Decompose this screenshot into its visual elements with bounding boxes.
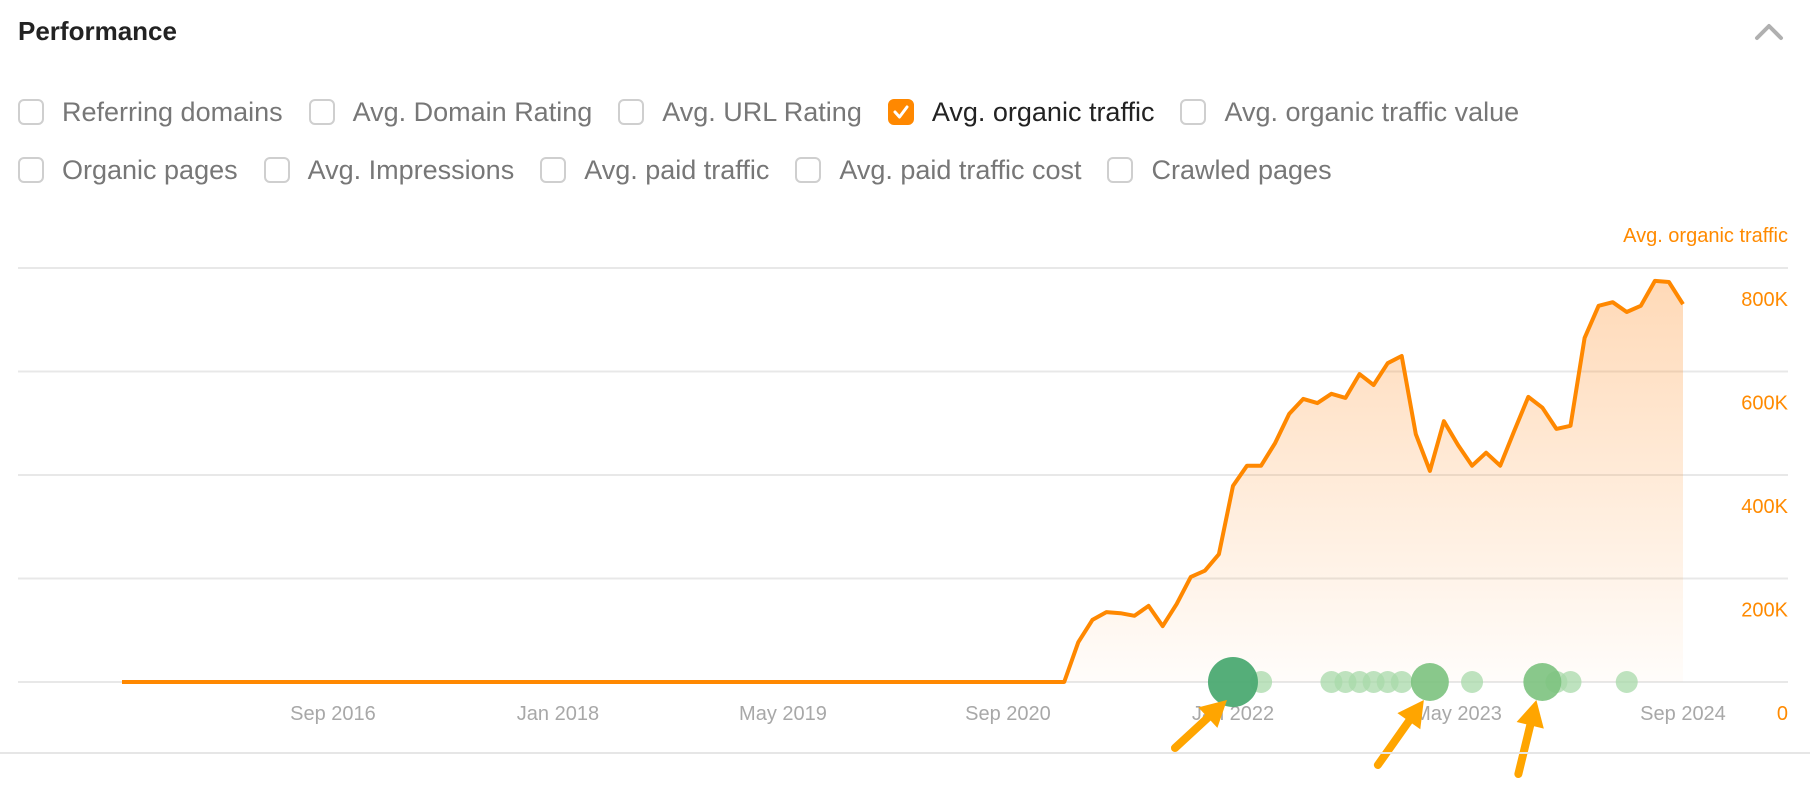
metric-option[interactable]: Avg. URL Rating bbox=[618, 97, 862, 128]
annotation-arrow bbox=[1373, 700, 1424, 769]
metric-option-label: Avg. paid traffic cost bbox=[839, 154, 1082, 185]
checkbox[interactable] bbox=[18, 99, 44, 125]
metric-options: Referring domains Avg. Domain Rating Avg. … bbox=[18, 92, 1519, 208]
y-tick-label: 400K bbox=[1741, 496, 1788, 518]
metric-option[interactable]: Avg. Domain Rating bbox=[308, 96, 593, 128]
collapse-button[interactable] bbox=[1752, 18, 1786, 44]
metric-option[interactable]: Avg. organic traffic value bbox=[1180, 97, 1519, 128]
metric-option-label: Avg. Domain Rating bbox=[352, 96, 593, 127]
series-area bbox=[122, 280, 1683, 682]
metric-option-label: Avg. organic traffic bbox=[931, 96, 1155, 127]
checkbox[interactable] bbox=[263, 157, 290, 183]
metric-option-label: Organic pages bbox=[62, 154, 238, 185]
arrow-shaft bbox=[1514, 721, 1535, 778]
event-marker bbox=[1348, 671, 1371, 693]
event-marker bbox=[1362, 671, 1385, 693]
metric-option[interactable]: Avg. paid traffic bbox=[540, 155, 769, 186]
checkbox[interactable] bbox=[887, 99, 914, 125]
event-marker bbox=[1334, 671, 1357, 693]
check-icon bbox=[893, 105, 909, 119]
event-marker bbox=[1376, 671, 1399, 693]
arrow-shaft bbox=[1373, 717, 1413, 769]
event-marker bbox=[1207, 657, 1258, 707]
checkbox[interactable] bbox=[1180, 99, 1207, 125]
metric-row-2: Organic pages Avg. Impressions Avg. paid t… bbox=[18, 150, 1518, 190]
section-title: Performance bbox=[18, 16, 177, 46]
y-axis-title: Avg. organic traffic bbox=[1623, 225, 1788, 247]
x-tick-label: Sep 2020 bbox=[965, 703, 1051, 725]
metric-option-label: Avg. paid traffic bbox=[584, 154, 770, 185]
event-marker bbox=[1559, 671, 1582, 693]
y-tick-label: 600K bbox=[1741, 393, 1788, 415]
metric-option-label: Avg. organic traffic value bbox=[1224, 96, 1520, 127]
metric-row-1: Referring domains Avg. Domain Rating Avg. … bbox=[18, 92, 1519, 132]
event-marker bbox=[1523, 663, 1562, 701]
event-marker bbox=[1545, 671, 1568, 693]
x-tick-label: Jan 2022 bbox=[1192, 703, 1274, 725]
y-tick-label: 0 bbox=[1777, 703, 1788, 725]
event-marker bbox=[1320, 671, 1343, 693]
metric-option[interactable]: Avg. Impressions bbox=[263, 154, 515, 186]
y-tick-label: 200K bbox=[1741, 600, 1788, 622]
x-tick-label: Sep 2016 bbox=[290, 703, 376, 725]
metric-option[interactable]: Avg. paid traffic cost bbox=[795, 155, 1081, 186]
metric-option-label: Avg. URL Rating bbox=[662, 96, 862, 127]
event-marker bbox=[1461, 671, 1484, 693]
checkbox[interactable] bbox=[618, 99, 645, 125]
metric-option[interactable]: Organic pages bbox=[18, 155, 238, 186]
event-marker bbox=[1410, 663, 1449, 701]
metric-option-label: Crawled pages bbox=[1151, 154, 1332, 185]
metric-option[interactable]: Crawled pages bbox=[1107, 154, 1332, 186]
series-line bbox=[122, 278, 1685, 684]
metric-option[interactable]: Referring domains bbox=[18, 97, 283, 128]
checkbox[interactable] bbox=[1107, 157, 1134, 183]
annotation-arrow bbox=[1170, 700, 1227, 752]
x-tick-label: May 2023 bbox=[1414, 703, 1502, 725]
annotation-arrow bbox=[1514, 700, 1544, 778]
chevron-up-icon bbox=[1755, 24, 1783, 40]
x-tick-label: Jan 2018 bbox=[517, 703, 599, 725]
metric-option[interactable]: Avg. organic traffic bbox=[887, 96, 1155, 128]
x-tick-label: Sep 2024 bbox=[1640, 703, 1726, 725]
event-marker bbox=[1390, 671, 1413, 693]
arrow-head bbox=[1397, 700, 1424, 730]
arrow-head bbox=[1516, 700, 1544, 729]
y-tick-label: 800K bbox=[1741, 289, 1788, 311]
event-marker bbox=[1250, 671, 1273, 693]
checkbox[interactable] bbox=[795, 157, 822, 183]
metric-option-label: Avg. Impressions bbox=[307, 154, 515, 185]
x-tick-label: May 2019 bbox=[739, 703, 827, 725]
checkbox[interactable] bbox=[540, 157, 567, 183]
arrow-shaft bbox=[1170, 713, 1212, 752]
metric-option-label: Referring domains bbox=[62, 96, 283, 127]
checkbox[interactable] bbox=[308, 99, 335, 125]
event-marker bbox=[1615, 671, 1638, 693]
arrow-head bbox=[1198, 700, 1227, 728]
checkbox[interactable] bbox=[18, 157, 44, 183]
